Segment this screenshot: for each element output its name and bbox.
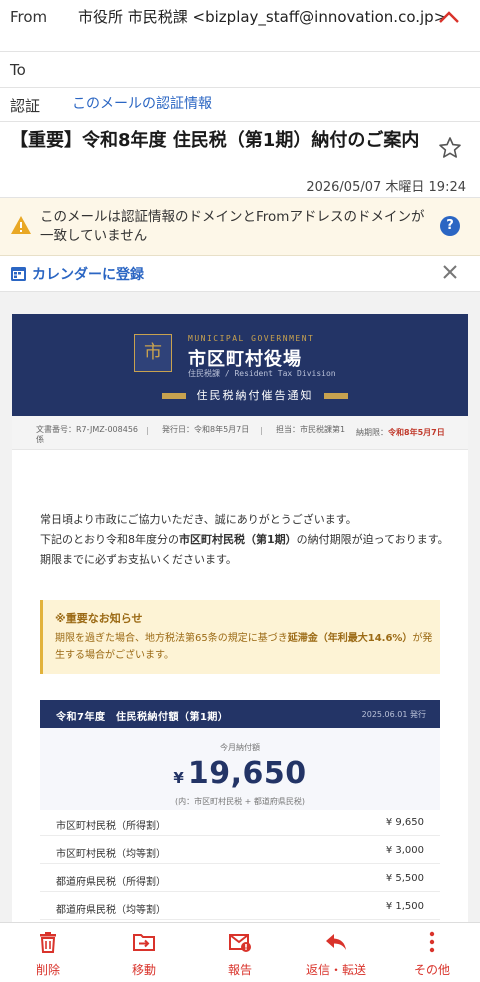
breakdown-label: 市区町村民税（所得割） (56, 821, 166, 832)
staff-in-charge: 担当：市民税課第1 (276, 425, 346, 434)
intro-line-1: 常日頃より市政にご協力いただき、誠にありがとうございます。 (40, 513, 357, 526)
auth-label: 認証 (10, 97, 41, 115)
more-label: その他 (413, 963, 450, 977)
payment-amount-box: 令和7年度 住民税納付額（第1期） 2025.06.01 発行 今月納付額 ¥1… (40, 700, 440, 922)
reply-icon (326, 934, 346, 950)
breakdown-row: 市区町村民税（所得割） ¥ 9,650 (40, 810, 440, 836)
breakdown-row: 都道府県民税（均等割） ¥ 1,500 (40, 894, 440, 920)
calendar-bar: カレンダーに登録 (0, 256, 480, 292)
document-meta: 文書番号：R7-JMZ-008456 係 | 発行日：令和8年5月7日 | 担当：… (12, 416, 468, 450)
breakdown-value: ¥ 1,500 (385, 901, 424, 912)
report-icon (229, 934, 251, 952)
auth-warning-banner: このメールは認証情報のドメインとFromアドレスのドメインが一致していません ? (0, 198, 480, 256)
delete-button[interactable]: 削除 (0, 923, 96, 982)
issue-date: 発行日：令和8年5月7日 (162, 425, 250, 434)
email-card: 市 MUNICIPAL GOVERNMENT 市区町村役場 住民税課 / Res… (12, 314, 468, 922)
move-label: 移動 (131, 963, 156, 977)
month-amount-label: 今月納付額 (220, 743, 260, 752)
to-label: To (10, 61, 26, 79)
auth-info-link[interactable]: このメールの認証情報 (72, 94, 212, 114)
meta-divider: | (260, 426, 263, 435)
breakdown-row: 都道府県民税（所得割） ¥ 5,500 (40, 866, 440, 892)
breakdown-value: ¥ 9,650 (385, 817, 424, 828)
warning-text: このメールは認証情報のドメインとFromアドレスのドメインが一致していません (40, 209, 425, 244)
report-button[interactable]: 報告 (192, 923, 288, 982)
more-button[interactable]: その他 (384, 923, 480, 982)
total-amount: ¥19,650 (173, 756, 307, 791)
notice-title: 住民税納付催告通知 (196, 389, 314, 402)
from-label: From (10, 8, 48, 26)
reply-forward-button[interactable]: 返信・転送 (288, 923, 384, 982)
breakdown-label: 市区町村民税（均等割） (56, 849, 166, 860)
meta-divider: | (146, 426, 149, 435)
intro-line-3: 期限までに必ずお支払いくださいます。 (40, 553, 237, 566)
amount-breakdown-note: (内：市区町村民税 + 都道府県民税) (174, 797, 306, 806)
help-icon[interactable]: ? (440, 216, 460, 236)
intro-line-2: 下記のとおり令和8年度分の市区町村民税（第1期）の納付期限が迫っております。 (40, 533, 449, 546)
intro-text: 常日頃より市政にご協力いただき、誠にありがとうございます。 下記のとおり令和8年… (40, 510, 450, 570)
delete-label: 削除 (35, 963, 60, 977)
breakdown-label: 都道府県民税（均等割） (56, 905, 166, 916)
move-button[interactable]: 移動 (96, 923, 192, 982)
to-row: To (0, 52, 480, 88)
add-to-calendar-button[interactable]: カレンダーに登録 (32, 264, 144, 284)
doc-number: 文書番号：R7-JMZ-008456 係 (36, 425, 139, 444)
star-icon[interactable] (438, 136, 462, 160)
bottom-action-bar: 削除 移動 報告 返信・転送 その他 (0, 922, 480, 982)
close-icon[interactable] (442, 264, 458, 280)
warning-icon (11, 216, 31, 234)
amount-title: 令和7年度 住民税納付額（第1期） (56, 712, 229, 723)
chevron-up-icon[interactable] (438, 8, 460, 26)
breakdown-value: ¥ 5,500 (385, 873, 424, 884)
auth-row: 認証 このメールの認証情報 (0, 88, 480, 122)
reply-forward-label: 返信・転送 (305, 963, 366, 977)
due-date: 納期限：令和8年5月7日 (356, 428, 445, 437)
move-icon (133, 934, 155, 951)
email-subject: 【重要】令和8年度 住民税（第1期）納付のご案内 (10, 130, 420, 151)
breakdown-label: 都道府県民税（所得割） (56, 877, 166, 888)
trash-icon (40, 932, 56, 953)
breakdown-row: 市区町村民税（均等割） ¥ 3,000 (40, 838, 440, 864)
more-icon (429, 931, 435, 953)
calendar-icon[interactable] (10, 265, 27, 282)
report-label: 報告 (227, 963, 252, 977)
gold-bar-right (324, 393, 348, 399)
notice-body: 期限を過ぎた場合、地方税法第65条の規定に基づき延滞金（年利最大14.6%）が発… (55, 633, 433, 661)
important-notice: ※重要なお知らせ 期限を過ぎた場合、地方税法第65条の規定に基づき延滞金（年利最… (40, 600, 440, 674)
email-date: 2026/05/07 木曜日 19:24 (306, 180, 466, 195)
seal-char: 市 (144, 342, 162, 363)
from-value[interactable]: 市役所 市民税課 <bizplay_staff@innovation.co.jp… (78, 7, 448, 27)
amount-summary: 今月納付額 ¥19,650 (内：市区町村民税 + 都道府県民税) (40, 728, 440, 810)
division-name: 住民税課 / Resident Tax Division (188, 369, 336, 378)
breakdown-value: ¥ 3,000 (385, 845, 424, 856)
org-english: MUNICIPAL GOVERNMENT (188, 334, 315, 343)
notice-heading: ※重要なお知らせ (55, 612, 143, 625)
from-row: From 市役所 市民税課 <bizplay_staff@innovation.… (0, 0, 480, 52)
amount-header: 令和7年度 住民税納付額（第1期） 2025.06.01 発行 (40, 700, 440, 728)
header-banner: 市 MUNICIPAL GOVERNMENT 市区町村役場 住民税課 / Res… (12, 314, 468, 416)
subject-block: 【重要】令和8年度 住民税（第1期）納付のご案内 2026/05/07 木曜日 … (0, 122, 480, 198)
amount-issued: 2025.06.01 発行 (361, 710, 426, 719)
city-seal: 市 (134, 334, 172, 372)
email-body: 市 MUNICIPAL GOVERNMENT 市区町村役場 住民税課 / Res… (0, 292, 480, 922)
